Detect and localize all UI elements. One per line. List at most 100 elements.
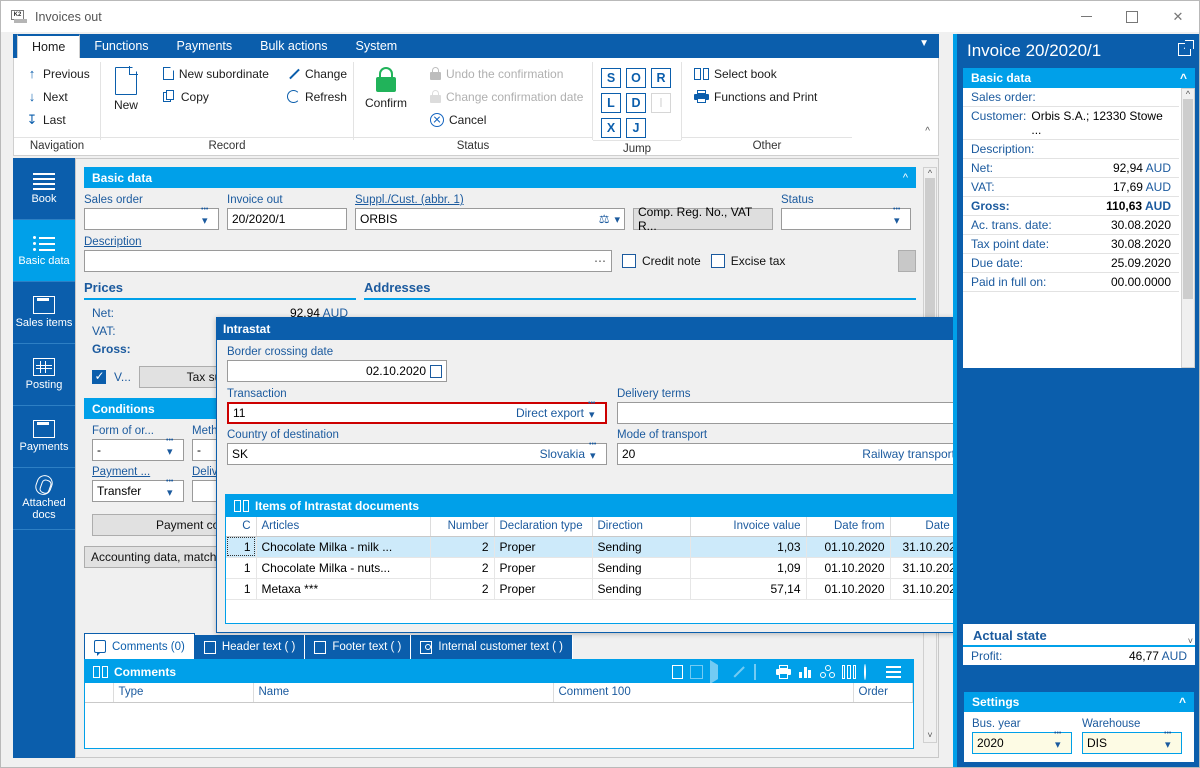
col-number[interactable]: Number bbox=[430, 517, 495, 537]
maximize-button[interactable] bbox=[1109, 1, 1155, 32]
chart-icon[interactable] bbox=[798, 665, 813, 679]
chevron-down-icon[interactable] bbox=[1054, 730, 1067, 751]
chevron-down-icon[interactable] bbox=[893, 206, 906, 227]
mode-of-transport-input[interactable]: 20 Railway transport bbox=[617, 441, 977, 465]
print-icon[interactable] bbox=[776, 665, 791, 679]
col-declaration-type[interactable]: Declaration type bbox=[494, 517, 593, 537]
vat-checkbox[interactable] bbox=[92, 369, 106, 384]
jump-key-j[interactable]: J bbox=[626, 118, 646, 138]
trash-icon[interactable] bbox=[754, 664, 769, 680]
sidebar-item-book[interactable]: Book bbox=[13, 158, 75, 220]
select-book-button[interactable]: Select book bbox=[688, 62, 823, 85]
form-of-order-input[interactable]: - bbox=[92, 437, 184, 461]
pencil-icon[interactable] bbox=[732, 665, 747, 679]
excise-tax-checkbox[interactable]: Excise tax bbox=[710, 254, 785, 268]
chevron-down-icon[interactable] bbox=[588, 400, 601, 421]
color-indicator[interactable] bbox=[898, 250, 916, 272]
copy-icon[interactable] bbox=[690, 665, 703, 679]
col-date-from[interactable]: Date from bbox=[806, 517, 891, 537]
tab-functions[interactable]: Functions bbox=[80, 34, 162, 58]
minimize-button[interactable] bbox=[1063, 1, 1109, 32]
transaction-input[interactable]: 11 Direct export bbox=[227, 400, 607, 424]
scroll-up-arrow-icon[interactable]: ^ bbox=[924, 168, 936, 178]
sidebar-item-attached-docs[interactable]: Attached docs bbox=[13, 468, 75, 530]
sidebar-item-posting[interactable]: Posting bbox=[13, 344, 75, 406]
warehouse-input[interactable]: DIS bbox=[1082, 730, 1182, 754]
tab-home[interactable]: Home bbox=[17, 34, 81, 58]
columns-icon[interactable] bbox=[842, 665, 857, 679]
tab-header-text[interactable]: Header text ( ) bbox=[194, 635, 306, 659]
tab-footer-text[interactable]: Footer text ( ) bbox=[305, 635, 412, 659]
ellipsis-icon[interactable]: ⋯ bbox=[594, 254, 607, 268]
next-button[interactable]: ↓ Next bbox=[20, 85, 96, 108]
scroll-down-arrow-icon[interactable]: ˅ bbox=[924, 730, 936, 740]
chevron-down-icon[interactable] bbox=[1164, 730, 1177, 751]
tab-payments[interactable]: Payments bbox=[163, 34, 247, 58]
col-articles[interactable]: Articles bbox=[256, 517, 431, 537]
sidebar-item-basic-data[interactable]: Basic data bbox=[13, 220, 75, 282]
border-crossing-date-input[interactable]: 02.10.2020 bbox=[227, 360, 447, 382]
col-comment-100[interactable]: Comment 100 bbox=[553, 683, 854, 703]
chevron-down-icon[interactable] bbox=[166, 478, 179, 499]
col-direction[interactable]: Direction bbox=[592, 517, 691, 537]
change-confirmation-date-button[interactable]: Change confirmation date bbox=[424, 85, 589, 108]
copy-button[interactable]: Copy bbox=[157, 85, 275, 108]
right-panel-scrollbar[interactable]: ^ bbox=[1181, 88, 1195, 368]
menu-icon[interactable] bbox=[886, 665, 901, 679]
chevron-up-icon[interactable]: ^ bbox=[1179, 695, 1186, 709]
col-name[interactable]: Name bbox=[253, 683, 554, 703]
tab-internal-customer-text[interactable]: Internal customer text ( ) bbox=[411, 635, 574, 659]
sales-order-input[interactable] bbox=[84, 206, 219, 230]
bus-year-input[interactable]: 2020 bbox=[972, 730, 1072, 754]
chevron-up-icon[interactable]: ^ bbox=[1180, 71, 1187, 85]
jump-key-s[interactable]: S bbox=[601, 68, 621, 88]
scroll-down-arrow-icon[interactable]: ˅ bbox=[1188, 636, 1193, 646]
ribbon-minimize-chevron-icon[interactable]: ^ bbox=[925, 126, 938, 155]
tab-bulk-actions[interactable]: Bulk actions bbox=[246, 34, 341, 58]
jump-key-x[interactable]: X bbox=[601, 118, 621, 138]
status-input[interactable] bbox=[781, 206, 911, 230]
close-icon[interactable]: ✕ bbox=[1155, 1, 1199, 32]
change-button[interactable]: Change bbox=[281, 62, 353, 85]
chevron-up-icon[interactable]: ^ bbox=[903, 172, 908, 184]
new-icon[interactable] bbox=[672, 665, 683, 679]
delivery-terms-input[interactable] bbox=[617, 400, 977, 424]
jump-key-l[interactable]: L bbox=[601, 93, 621, 113]
confirm-button[interactable]: Confirm bbox=[354, 62, 418, 110]
col-c[interactable]: C bbox=[226, 517, 257, 537]
col-type[interactable]: Type bbox=[113, 683, 254, 703]
gear-icon[interactable] bbox=[864, 664, 879, 680]
col-invoice-value[interactable]: Invoice value bbox=[690, 517, 807, 537]
sidebar-item-payments[interactable]: Payments bbox=[13, 406, 75, 468]
tab-system[interactable]: System bbox=[342, 34, 412, 58]
col-order[interactable]: Order bbox=[853, 683, 913, 703]
company-reg-no-button[interactable]: Comp. Reg. No., VAT R... bbox=[633, 205, 773, 233]
chevron-down-icon[interactable]: ▾ bbox=[614, 213, 620, 226]
open-external-icon[interactable] bbox=[1178, 40, 1194, 61]
chevron-down-icon[interactable]: ▼ bbox=[919, 38, 929, 49]
undo-confirmation-button[interactable]: Undo the confirmation bbox=[424, 62, 589, 85]
lookup-icon[interactable]: ⚖ bbox=[599, 212, 610, 226]
scroll-up-arrow-icon[interactable]: ^ bbox=[1182, 89, 1194, 99]
new-subordinate-button[interactable]: New subordinate bbox=[157, 62, 275, 85]
molecule-icon[interactable] bbox=[820, 665, 835, 679]
play-icon[interactable] bbox=[710, 660, 725, 684]
country-of-destination-input[interactable]: SK Slovakia bbox=[227, 441, 607, 465]
description-input[interactable]: ⋯ bbox=[84, 250, 612, 272]
calendar-icon[interactable] bbox=[430, 364, 442, 378]
functions-and-print-button[interactable]: Functions and Print bbox=[688, 85, 823, 108]
col-blank[interactable] bbox=[85, 683, 114, 703]
chevron-down-icon[interactable] bbox=[201, 206, 214, 227]
refresh-button[interactable]: Refresh bbox=[281, 85, 353, 108]
invoice-out-input[interactable]: 20/2020/1 bbox=[227, 208, 347, 230]
supplier-customer-input[interactable]: ORBIS ⚖ ▾ bbox=[355, 208, 625, 230]
last-button[interactable]: ↧ Last bbox=[20, 108, 96, 131]
chevron-down-icon[interactable] bbox=[166, 437, 179, 458]
cancel-button[interactable]: Cancel bbox=[424, 108, 589, 131]
jump-key-r[interactable]: R bbox=[651, 68, 671, 88]
jump-key-d[interactable]: D bbox=[626, 93, 646, 113]
payment-input[interactable]: Transfer bbox=[92, 478, 184, 502]
sidebar-item-sales-items[interactable]: Sales items bbox=[13, 282, 75, 344]
new-button[interactable]: New bbox=[101, 62, 151, 112]
chevron-down-icon[interactable] bbox=[589, 441, 602, 462]
